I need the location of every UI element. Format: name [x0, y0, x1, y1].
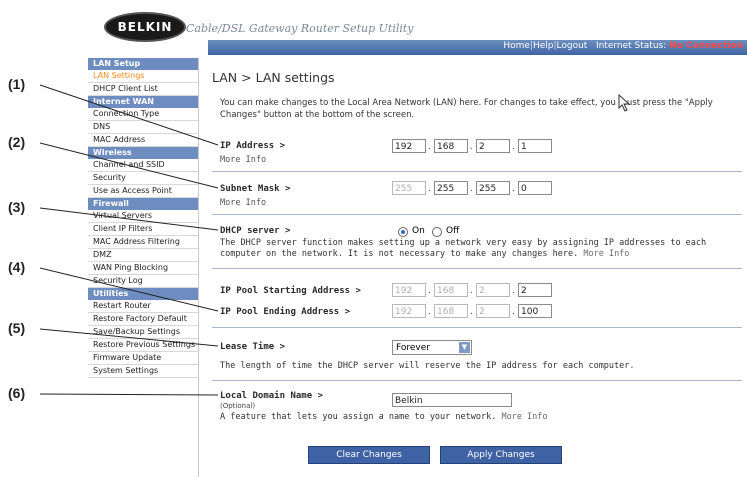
callout-3-leader: [39, 207, 219, 231]
callout-leader-lines: [39, 84, 219, 396]
callout-1-leader: [39, 84, 219, 146]
callout-2-leader: [39, 142, 219, 189]
callout-4-leader: [39, 267, 219, 312]
callout-5-leader: [39, 328, 219, 347]
callout-6-leader: [39, 393, 219, 396]
